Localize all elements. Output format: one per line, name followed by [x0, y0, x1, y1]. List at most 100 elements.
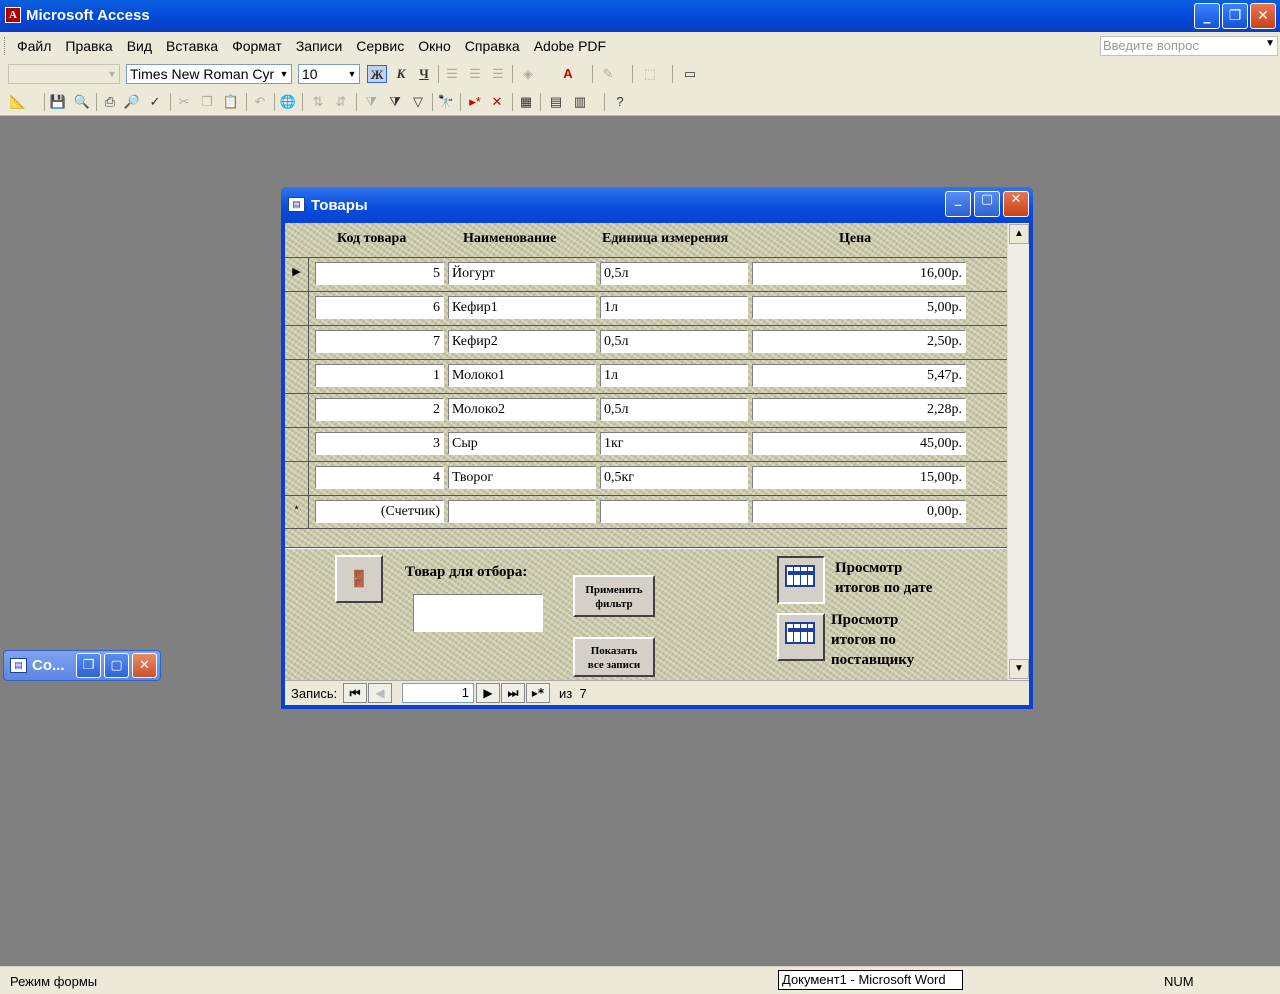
- sort-ascending-icon[interactable]: ⇅: [308, 93, 328, 111]
- restore-button[interactable]: ❐: [76, 653, 101, 678]
- italic-button[interactable]: К: [391, 65, 411, 83]
- filter-by-selection-icon[interactable]: ⧩: [361, 93, 381, 111]
- show-all-records-button[interactable]: Показать все записи: [573, 637, 655, 677]
- code-cell[interactable]: 5: [315, 262, 444, 285]
- unit-cell[interactable]: 0,5л: [600, 398, 748, 421]
- menu-edit[interactable]: Правка: [58, 38, 119, 54]
- save-icon[interactable]: 💾: [48, 93, 68, 111]
- database-window-icon[interactable]: ▤: [546, 93, 566, 111]
- name-cell[interactable]: Кефир2: [448, 330, 596, 353]
- new-record-nav-button[interactable]: ▸*: [526, 683, 550, 703]
- minimize-button[interactable]: _: [1194, 3, 1220, 29]
- menu-records[interactable]: Записи: [289, 38, 349, 54]
- record-selector[interactable]: [285, 394, 309, 427]
- new-record-selector[interactable]: *: [285, 496, 309, 529]
- menu-file[interactable]: Файл: [10, 38, 58, 54]
- unit-cell[interactable]: 0,5кг: [600, 466, 748, 489]
- scroll-down-icon[interactable]: ▼: [1009, 659, 1029, 679]
- unit-cell[interactable]: [600, 500, 748, 523]
- price-cell[interactable]: 5,00р.: [752, 296, 966, 319]
- record-selector[interactable]: [285, 292, 309, 325]
- special-effect-icon[interactable]: ▭: [680, 65, 700, 83]
- bold-button[interactable]: Ж: [367, 65, 387, 83]
- price-cell[interactable]: 2,50р.: [752, 330, 966, 353]
- print-icon[interactable]: ⎙: [100, 93, 120, 111]
- hyperlink-icon[interactable]: 🌐: [278, 93, 298, 111]
- minimized-window[interactable]: ▤ Со... ❐ ▢ ✕: [3, 650, 161, 681]
- vertical-scrollbar[interactable]: ▲ ▼: [1007, 223, 1029, 680]
- help-icon[interactable]: ?: [610, 93, 630, 111]
- view-totals-by-supplier-button[interactable]: [777, 613, 825, 661]
- menu-format[interactable]: Формат: [225, 38, 289, 54]
- undo-icon[interactable]: ↶: [250, 93, 270, 111]
- print-preview-icon[interactable]: 🔎: [122, 93, 142, 111]
- record-selector[interactable]: [285, 360, 309, 393]
- record-selector[interactable]: [285, 326, 309, 359]
- chevron-down-icon[interactable]: ▼: [277, 65, 291, 83]
- code-cell[interactable]: 1: [315, 364, 444, 387]
- underline-button[interactable]: Ч: [414, 65, 434, 83]
- new-record-row[interactable]: * (Счетчик) 0,00р.: [285, 495, 1007, 529]
- align-center-icon[interactable]: ☰: [465, 65, 485, 83]
- unit-cell[interactable]: 1л: [600, 364, 748, 387]
- close-button[interactable]: ✕: [1250, 3, 1276, 29]
- unit-cell[interactable]: 0,5л: [600, 330, 748, 353]
- last-record-button[interactable]: ⏭: [501, 683, 525, 703]
- record-selector[interactable]: [285, 462, 309, 495]
- table-row[interactable]: 3 Сыр 1кг 45,00р.: [285, 427, 1007, 461]
- font-name-combo[interactable]: Times New Roman Cyr ▼: [126, 64, 292, 84]
- name-cell[interactable]: Творог: [448, 466, 596, 489]
- unit-cell[interactable]: 1кг: [600, 432, 748, 455]
- file-search-icon[interactable]: 🔍: [72, 93, 92, 111]
- menu-insert[interactable]: Вставка: [159, 38, 225, 54]
- spelling-icon[interactable]: ✓: [145, 93, 165, 111]
- record-selector[interactable]: ▶: [285, 258, 309, 291]
- maximize-button[interactable]: ▢: [104, 653, 129, 678]
- code-cell[interactable]: 6: [315, 296, 444, 319]
- word-task-tooltip[interactable]: Документ1 - Microsoft Word: [778, 970, 963, 990]
- price-cell[interactable]: 45,00р.: [752, 432, 966, 455]
- cut-icon[interactable]: ✂: [174, 93, 194, 111]
- name-cell[interactable]: Молоко1: [448, 364, 596, 387]
- unit-cell[interactable]: 0,5л: [600, 262, 748, 285]
- price-cell[interactable]: 2,28р.: [752, 398, 966, 421]
- new-object-icon[interactable]: ▥: [570, 93, 590, 111]
- menubar-grip[interactable]: [4, 37, 7, 55]
- record-selector[interactable]: [285, 428, 309, 461]
- properties-icon[interactable]: ▦: [516, 93, 536, 111]
- apply-filter-icon[interactable]: ▽: [408, 93, 428, 111]
- name-cell[interactable]: [448, 500, 596, 523]
- menu-tools[interactable]: Сервис: [349, 38, 411, 54]
- table-row[interactable]: 7 Кефир2 0,5л 2,50р.: [285, 325, 1007, 359]
- next-record-button[interactable]: ▶: [476, 683, 500, 703]
- price-cell[interactable]: 0,00р.: [752, 500, 966, 523]
- table-row[interactable]: 6 Кефир1 1л 5,00р.: [285, 291, 1007, 325]
- line-color-icon[interactable]: ✎: [598, 65, 618, 83]
- fill-color-icon[interactable]: ◈: [518, 65, 538, 83]
- menu-window[interactable]: Окно: [411, 38, 458, 54]
- first-record-button[interactable]: ⏮: [343, 683, 367, 703]
- chevron-down-icon[interactable]: ▼: [345, 65, 359, 83]
- align-left-icon[interactable]: ☰: [442, 65, 462, 83]
- current-record-input[interactable]: 1: [402, 683, 474, 703]
- menu-adobe-pdf[interactable]: Adobe PDF: [527, 38, 613, 54]
- font-size-combo[interactable]: 10 ▼: [298, 64, 360, 84]
- name-cell[interactable]: Кефир1: [448, 296, 596, 319]
- filter-by-form-icon[interactable]: ⧩: [385, 93, 405, 111]
- price-cell[interactable]: 15,00р.: [752, 466, 966, 489]
- menu-view[interactable]: Вид: [120, 38, 159, 54]
- restore-button[interactable]: ❐: [1222, 3, 1248, 29]
- paste-icon[interactable]: 📋: [221, 93, 241, 111]
- border-width-icon[interactable]: ⬚: [640, 65, 660, 83]
- apply-filter-button[interactable]: Применить фильтр: [573, 575, 655, 617]
- close-button[interactable]: ✕: [132, 653, 157, 678]
- name-cell[interactable]: Йогурт: [448, 262, 596, 285]
- code-cell[interactable]: 2: [315, 398, 444, 421]
- copy-icon[interactable]: ❐: [197, 93, 217, 111]
- price-cell[interactable]: 5,47р.: [752, 364, 966, 387]
- table-row[interactable]: 2 Молоко2 0,5л 2,28р.: [285, 393, 1007, 427]
- font-color-icon[interactable]: A: [558, 65, 578, 83]
- exit-button[interactable]: 🚪: [335, 555, 383, 603]
- code-cell[interactable]: 3: [315, 432, 444, 455]
- table-row[interactable]: 4 Творог 0,5кг 15,00р.: [285, 461, 1007, 495]
